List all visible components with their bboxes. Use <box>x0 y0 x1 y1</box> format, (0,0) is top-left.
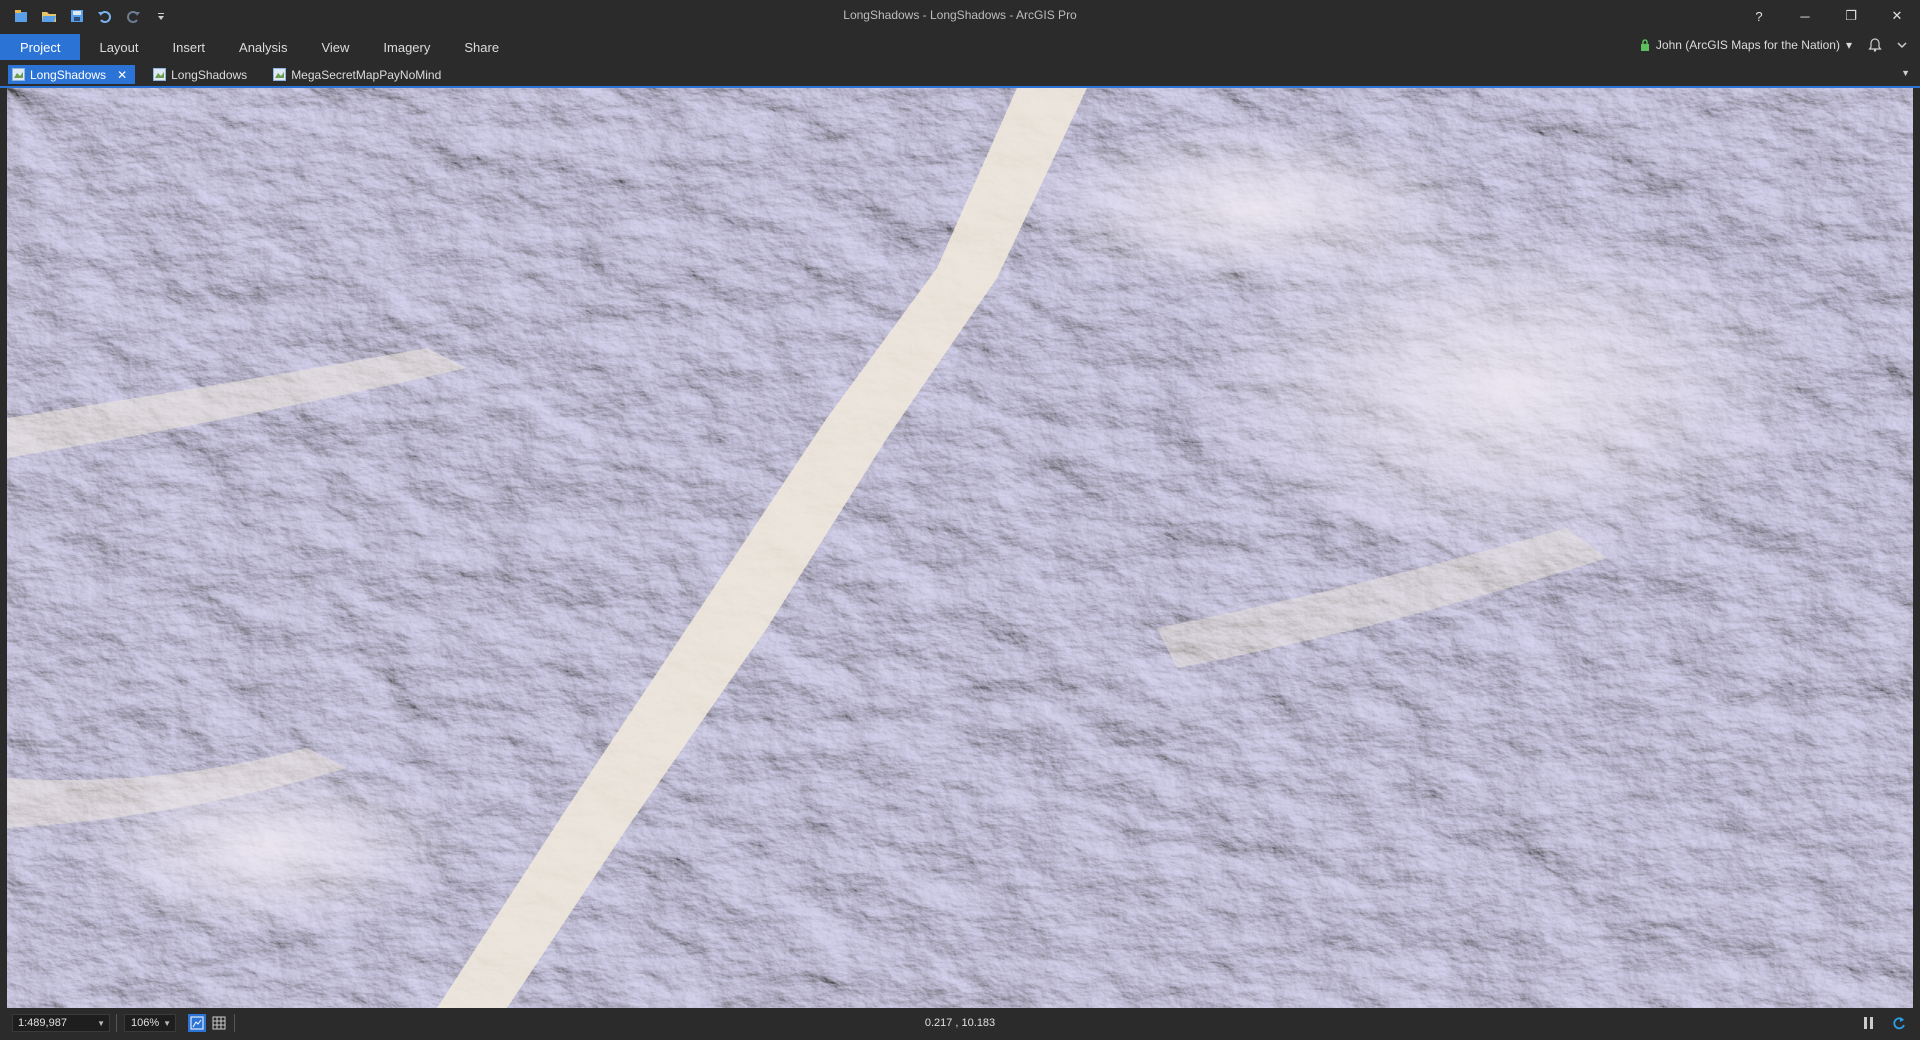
doc-tab-longshadows[interactable]: LongShadows <box>149 65 255 84</box>
doc-tab-longshadows-active[interactable]: LongShadows ✕ <box>8 65 136 84</box>
ribbon-tabs: Project Layout Insert Analysis View Imag… <box>0 34 516 60</box>
title-bar: LongShadows - LongShadows - ArcGIS Pro ?… <box>0 0 1920 32</box>
user-account[interactable]: John (ArcGIS Maps for the Nation) ▾ <box>1640 38 1908 52</box>
restore-button[interactable]: ❐ <box>1828 0 1874 32</box>
user-name: John (ArcGIS Maps for the Nation) <box>1655 38 1840 52</box>
map-view[interactable] <box>7 88 1913 1008</box>
doc-tab-label: LongShadows <box>30 67 107 82</box>
map-icon <box>273 68 287 81</box>
pause-drawing-icon[interactable] <box>1860 1014 1878 1032</box>
map-icon <box>12 68 25 81</box>
window-controls: ? ─ ❐ ✕ <box>1736 0 1920 32</box>
tab-imagery[interactable]: Imagery <box>366 34 447 60</box>
tab-view[interactable]: View <box>304 34 366 60</box>
ribbon-collapse-chevron-icon[interactable] <box>1896 39 1908 51</box>
ribbon: Project Layout Insert Analysis View Imag… <box>0 32 1920 62</box>
upland-flat <box>67 758 467 938</box>
doc-tab-label: MegaSecretMapPayNoMind <box>291 67 442 82</box>
tab-insert[interactable]: Insert <box>156 34 223 60</box>
tab-project[interactable]: Project <box>0 34 81 60</box>
user-menu-caret[interactable]: ▾ <box>1846 38 1852 52</box>
upland-flat <box>1017 118 1497 298</box>
doc-tab-label: LongShadows <box>171 67 248 82</box>
document-list-dropdown[interactable]: ▼ <box>1901 68 1910 78</box>
document-tab-bar: LongShadows ✕ LongShadows MegaSecretMapP… <box>0 62 1920 88</box>
tab-analysis[interactable]: Analysis <box>222 34 304 60</box>
signed-in-icon <box>1640 39 1649 51</box>
tab-layout[interactable]: Layout <box>82 34 155 60</box>
notification-bell-icon[interactable] <box>1868 38 1882 52</box>
close-tab-icon[interactable]: ✕ <box>117 68 127 82</box>
help-button[interactable]: ? <box>1736 0 1782 32</box>
window-title: LongShadows - LongShadows - ArcGIS Pro <box>843 8 1077 22</box>
hillshade-terrain <box>7 88 1913 1008</box>
map-icon <box>153 68 167 81</box>
status-bar: 1:489,987 ▼ 106% ▼ 0.217 , 10.183 <box>0 1008 1920 1040</box>
cursor-coordinates: 0.217 , 10.183 <box>924 1017 996 1029</box>
close-button[interactable]: ✕ <box>1874 0 1920 32</box>
doc-tab-megasecretmap[interactable]: MegaSecretMapPayNoMind <box>269 65 449 84</box>
tab-share[interactable]: Share <box>447 34 516 60</box>
refresh-icon[interactable] <box>1890 1014 1908 1032</box>
document-tabs: LongShadows ✕ LongShadows MegaSecretMapP… <box>8 65 463 84</box>
minimize-button[interactable]: ─ <box>1782 0 1828 32</box>
